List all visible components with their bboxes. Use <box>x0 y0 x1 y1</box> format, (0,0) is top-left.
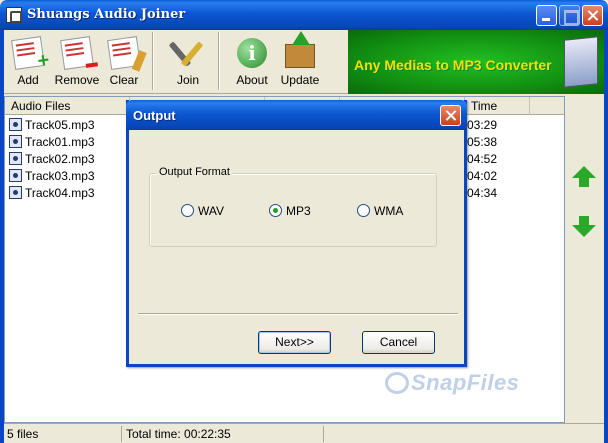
file-name: Track03.mp3 <box>25 169 95 183</box>
clear-broom-icon <box>107 36 141 70</box>
radio-wav[interactable]: WAV <box>181 203 224 219</box>
file-name: Track05.mp3 <box>25 118 95 132</box>
join-label: Join <box>176 73 199 87</box>
add-file-icon <box>11 36 45 70</box>
about-button[interactable]: About <box>232 34 272 90</box>
remove-file-icon <box>60 36 94 70</box>
audio-file-icon <box>9 118 22 131</box>
radio-unchecked-icon <box>181 204 194 217</box>
status-file-count: 5 files <box>4 426 122 442</box>
dialog-separator <box>138 313 458 315</box>
cancel-button[interactable]: Cancel <box>362 331 435 354</box>
remove-label: Remove <box>54 73 100 87</box>
window-title: Shuangs Audio Joiner <box>27 7 186 22</box>
watermark: SnapFiles <box>385 370 519 396</box>
update-box-icon <box>285 31 315 68</box>
file-time: 03:29 <box>467 118 498 132</box>
toolbar-separator <box>218 32 220 90</box>
move-down-arrow-icon[interactable] <box>572 216 596 240</box>
join-button[interactable]: Join <box>168 34 208 90</box>
toolbar-separator <box>152 32 154 90</box>
output-dialog: Output Output Format WAV MP3 WMA Next>> … <box>126 100 467 367</box>
file-time: 04:02 <box>467 169 498 183</box>
group-label: Output Format <box>157 166 232 178</box>
info-icon <box>237 38 267 68</box>
radio-wma[interactable]: WMA <box>357 203 403 219</box>
list-item[interactable]: Track05.mp3 <box>9 117 95 134</box>
status-total-time: Total time: 00:22:35 <box>122 426 324 442</box>
list-item[interactable]: Track02.mp3 <box>9 151 95 168</box>
banner-text: Any Medias to MP3 Converter <box>354 57 552 73</box>
status-bar: 5 files Total time: 00:22:35 <box>4 423 604 443</box>
radio-checked-icon <box>269 204 282 217</box>
reorder-panel <box>565 96 604 423</box>
file-time: 05:38 <box>467 135 498 149</box>
audio-file-icon <box>9 152 22 165</box>
file-time: 04:34 <box>467 186 498 200</box>
move-up-arrow-icon[interactable] <box>572 166 596 190</box>
clear-button[interactable]: Clear <box>104 34 144 90</box>
audio-file-icon <box>9 186 22 199</box>
minimize-button[interactable] <box>536 5 557 26</box>
app-icon[interactable] <box>6 7 22 23</box>
window-frame-right <box>604 30 608 443</box>
file-time: 04:52 <box>467 152 498 166</box>
audio-file-icon <box>9 169 22 182</box>
column-header-audio-files[interactable]: Audio Files <box>5 97 130 115</box>
about-label: About <box>236 73 268 87</box>
list-item[interactable]: Track04.mp3 <box>9 185 95 202</box>
update-label: Update <box>280 73 320 87</box>
dialog-title: Output <box>133 108 176 123</box>
watermark-logo-icon <box>385 372 409 394</box>
column-header-time[interactable]: Time <box>465 97 530 115</box>
next-button[interactable]: Next>> <box>258 331 331 354</box>
file-name: Track01.mp3 <box>25 135 95 149</box>
file-name: Track04.mp3 <box>25 186 95 200</box>
title-bar[interactable]: Shuangs Audio Joiner <box>0 0 608 30</box>
join-tools-icon <box>173 38 203 68</box>
file-name: Track02.mp3 <box>25 152 95 166</box>
radio-mp3-label: MP3 <box>286 204 311 218</box>
add-label: Add <box>17 73 39 87</box>
output-format-group: Output Format WAV MP3 WMA <box>149 166 437 247</box>
radio-wav-label: WAV <box>198 204 224 218</box>
clear-label: Clear <box>109 73 139 87</box>
dialog-title-bar[interactable]: Output <box>126 100 467 130</box>
close-button[interactable] <box>582 5 603 26</box>
audio-file-icon <box>9 135 22 148</box>
toolbar: Add Remove Clear Join About Update Any M… <box>4 30 604 94</box>
ad-banner[interactable]: Any Medias to MP3 Converter <box>348 30 604 94</box>
update-button[interactable]: Update <box>278 31 322 90</box>
product-box-icon <box>564 36 598 88</box>
maximize-button[interactable] <box>559 5 580 26</box>
list-item[interactable]: Track01.mp3 <box>9 134 95 151</box>
dialog-close-button[interactable] <box>440 105 461 126</box>
add-button[interactable]: Add <box>8 34 48 90</box>
radio-unchecked-icon <box>357 204 370 217</box>
radio-mp3[interactable]: MP3 <box>269 203 311 219</box>
watermark-text: SnapFiles <box>411 370 520 395</box>
radio-wma-label: WMA <box>374 204 404 218</box>
remove-button[interactable]: Remove <box>52 34 102 90</box>
list-item[interactable]: Track03.mp3 <box>9 168 95 185</box>
